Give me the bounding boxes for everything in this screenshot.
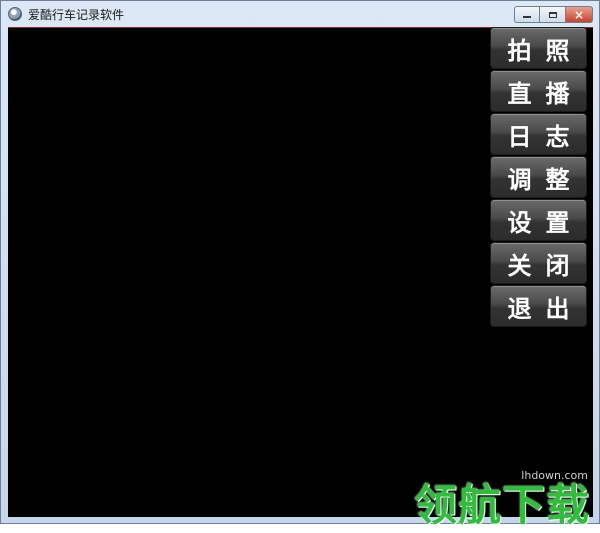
exit-button[interactable]: 退出 [490,285,587,327]
maximize-icon [548,11,557,18]
minimize-button[interactable] [514,6,540,23]
title-bar[interactable]: 爱酷行车记录软件 × [1,1,599,27]
window-title: 爱酷行车记录软件 [28,7,125,22]
log-button[interactable]: 日志 [490,113,587,155]
close-window-button[interactable]: × [566,6,593,23]
settings-button[interactable]: 设置 [490,199,587,241]
adjust-button[interactable]: 调整 [490,156,587,198]
side-menu: 拍照 直播 日志 调整 设置 关闭 退出 [490,27,587,327]
live-button[interactable]: 直播 [490,70,587,112]
window-controls: × [514,6,593,23]
close-icon: × [573,7,585,22]
app-icon[interactable] [8,7,22,21]
close-button[interactable]: 关闭 [490,242,587,284]
minimize-icon [523,16,531,18]
photo-button[interactable]: 拍照 [490,27,587,69]
maximize-button[interactable] [540,6,566,23]
